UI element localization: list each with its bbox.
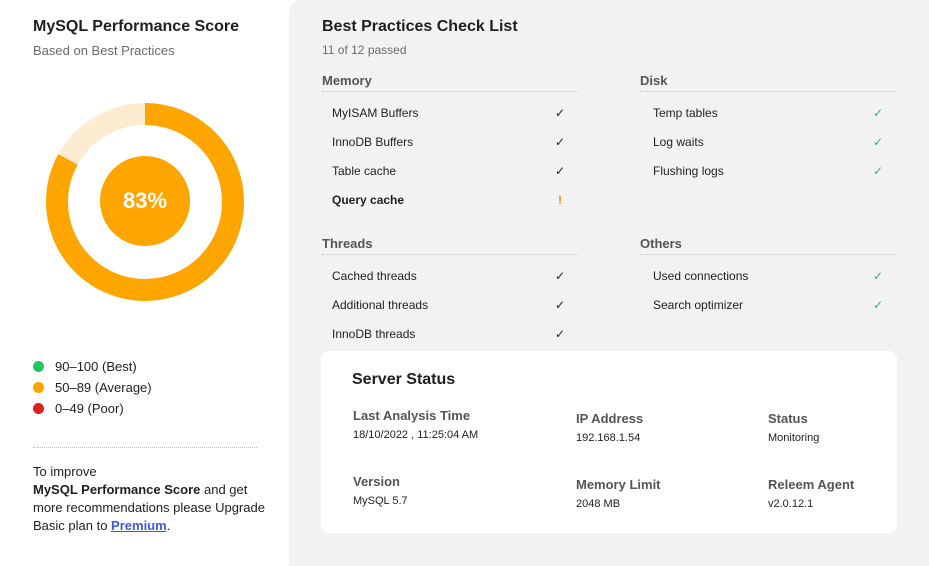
legend-item-average: 50–89 (Average) [33, 377, 152, 398]
group-others: Others Used connections ✓ Search optimiz… [640, 236, 896, 319]
check-icon: ✓ [554, 105, 566, 120]
field-value: 18/10/2022 , 11:25:04 AM [353, 429, 479, 441]
check-icon: ✓ [554, 134, 566, 149]
warning-icon: ! [558, 192, 562, 207]
field-status: Status Monitoring [768, 411, 819, 444]
check-label: InnoDB Buffers [332, 134, 414, 149]
score-subtitle: Based on Best Practices [33, 43, 175, 58]
check-label: Cached threads [332, 268, 417, 283]
group-title-threads: Threads [322, 236, 578, 255]
check-label: Used connections [653, 268, 749, 283]
check-icon: ✓ [554, 326, 566, 341]
legend-dot-average [33, 382, 44, 393]
field-version: Version MySQL 5.7 [353, 474, 408, 507]
group-title-others: Others [640, 236, 896, 255]
score-value: 83% [100, 156, 190, 246]
check-label: Query cache [332, 192, 405, 207]
check-icon: ✓ [872, 268, 884, 283]
field-releem-agent: Releem Agent v2.0.12.1 [768, 477, 854, 510]
checklist-title: Best Practices Check List [322, 18, 518, 35]
group-disk: Disk Temp tables ✓ Log waits ✓ Flushing … [640, 73, 896, 185]
field-value: v2.0.12.1 [768, 498, 814, 510]
check-label: Search optimizer [653, 297, 744, 312]
group-threads: Threads Cached threads ✓ Additional thre… [322, 236, 578, 348]
check-icon: ✓ [872, 105, 884, 120]
check-icon: ✓ [554, 297, 566, 312]
field-last-analysis: Last Analysis Time 18/10/2022 , 11:25:04… [353, 408, 478, 441]
check-item: MyISAM Buffers ✓ [322, 98, 578, 127]
legend-dot-poor [33, 403, 44, 414]
field-memory-limit: Memory Limit 2048 MB [576, 477, 661, 510]
upgrade-message: To improve MySQL Performance Score and g… [33, 463, 273, 535]
group-title-disk: Disk [640, 73, 896, 92]
legend-dot-best [33, 361, 44, 372]
upgrade-line1: To improve [33, 464, 97, 479]
field-label: Status [768, 411, 808, 426]
legend-divider [33, 447, 257, 448]
upgrade-bold-text: MySQL Performance Score [33, 482, 201, 497]
score-title: MySQL Performance Score [33, 18, 240, 35]
legend-label-best: 90–100 (Best) [55, 359, 137, 374]
field-label: Memory Limit [576, 477, 661, 492]
field-label: Version [353, 474, 400, 489]
check-item-warning[interactable]: Query cache ! [322, 185, 578, 214]
check-label: MyISAM Buffers [332, 105, 419, 120]
score-panel: MySQL Performance Score Based on Best Pr… [0, 0, 289, 566]
check-label: Temp tables [653, 105, 718, 120]
group-memory: Memory MyISAM Buffers ✓ InnoDB Buffers ✓… [322, 73, 578, 214]
field-label: Releem Agent [768, 477, 855, 492]
check-item: InnoDB Buffers ✓ [322, 127, 578, 156]
field-value: 2048 MB [576, 498, 621, 510]
legend-label-average: 50–89 (Average) [55, 380, 152, 395]
group-title-memory: Memory [322, 73, 578, 92]
checklist-subtitle: 11 of 12 passed [322, 43, 407, 57]
legend-item-best: 90–100 (Best) [33, 356, 152, 377]
premium-link[interactable]: Premium [111, 518, 167, 533]
server-status-title: Server Status [352, 371, 456, 388]
check-icon: ✓ [554, 268, 566, 283]
field-value: MySQL 5.7 [353, 495, 408, 507]
upgrade-tail: . [166, 518, 171, 533]
legend-label-poor: 0–49 (Poor) [55, 401, 124, 416]
check-item: Log waits ✓ [640, 127, 896, 156]
check-label: Flushing logs [653, 163, 724, 178]
check-label: Table cache [332, 163, 397, 178]
check-item: Used connections ✓ [640, 261, 896, 290]
check-item: Temp tables ✓ [640, 98, 896, 127]
legend-item-poor: 0–49 (Poor) [33, 398, 152, 419]
check-label: Additional threads [332, 297, 429, 312]
check-label: InnoDB threads [332, 326, 416, 341]
check-icon: ✓ [872, 134, 884, 149]
field-ip-address: IP Address 192.168.1.54 [576, 411, 643, 444]
check-label: Log waits [653, 134, 704, 149]
score-legend: 90–100 (Best) 50–89 (Average) 0–49 (Poor… [33, 356, 152, 419]
check-icon: ✓ [872, 163, 884, 178]
check-item: Search optimizer ✓ [640, 290, 896, 319]
check-item: InnoDB threads ✓ [322, 319, 578, 348]
field-label: Last Analysis Time [353, 408, 471, 423]
check-item: Additional threads ✓ [322, 290, 578, 319]
server-status-card: Server Status Last Analysis Time 18/10/2… [321, 351, 897, 533]
check-icon: ✓ [872, 297, 884, 312]
field-value: Monitoring [768, 432, 820, 444]
field-label: IP Address [576, 411, 644, 426]
check-item: Table cache ✓ [322, 156, 578, 185]
check-item: Cached threads ✓ [322, 261, 578, 290]
check-item: Flushing logs ✓ [640, 156, 896, 185]
field-value: 192.168.1.54 [576, 432, 641, 444]
check-icon: ✓ [554, 163, 566, 178]
